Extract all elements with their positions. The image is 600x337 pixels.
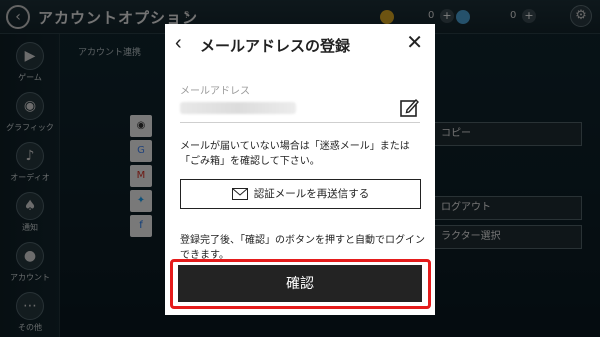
dialog-header: ‹ メールアドレスの登録 ✕	[165, 24, 435, 64]
spam-folder-notice: メールが届いていない場合は「迷惑メール」または「ごみ箱」を確認して下さい。	[180, 141, 410, 167]
chevron-left-icon[interactable]: ‹	[175, 30, 182, 56]
email-value-masked	[180, 102, 296, 114]
resend-email-button[interactable]: 認証メールを再送信する	[180, 179, 421, 209]
edit-icon[interactable]	[398, 97, 420, 119]
resend-email-label: 認証メールを再送信する	[253, 188, 370, 200]
email-field-label: メールアドレス	[180, 86, 250, 97]
mail-icon	[231, 188, 248, 201]
close-icon[interactable]: ✕	[406, 30, 423, 56]
confirm-button[interactable]: 確認	[178, 265, 422, 302]
dialog-title: メールアドレスの登録	[200, 38, 351, 55]
email-field[interactable]	[180, 97, 420, 123]
